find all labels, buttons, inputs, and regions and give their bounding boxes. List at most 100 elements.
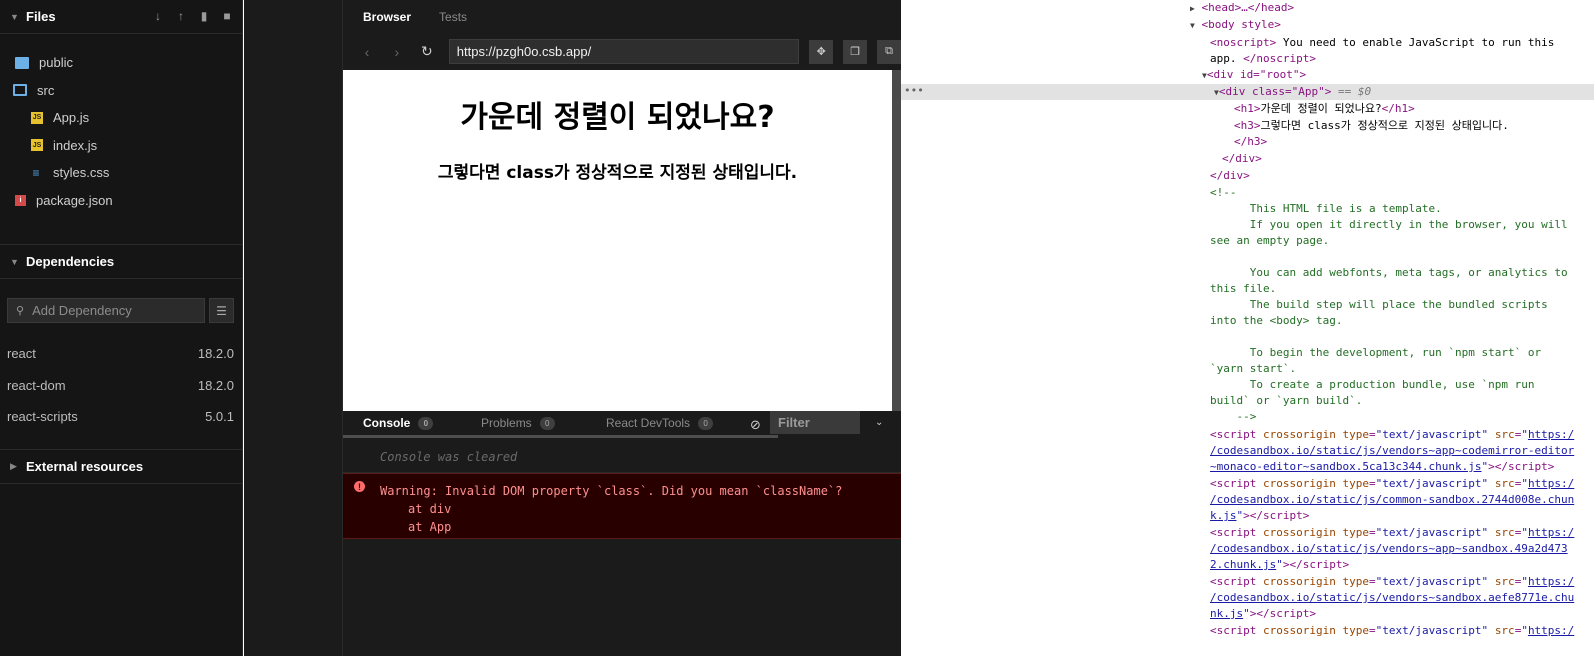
tab-console[interactable]: Console 0 <box>363 416 434 430</box>
expand-caret-icon: ▶ <box>10 460 17 471</box>
warning-message: Warning: Invalid DOM property `class`. D… <box>380 484 843 498</box>
add-dependency-row: ⚲ Add Dependency ☰ <box>0 298 242 323</box>
clear-console-icon[interactable]: ⊘ <box>750 417 761 433</box>
folder-open-icon <box>13 84 27 97</box>
preview-subheading: 그렇다면 class가 정상적으로 지정된 상태입니다. <box>437 163 798 183</box>
back-icon[interactable]: ‹ <box>357 44 377 60</box>
js-file-icon: JS <box>31 139 43 152</box>
open-sandbox-button[interactable]: ⧉ <box>877 39 902 64</box>
tab-label: Console <box>363 416 411 430</box>
script-src-link-end[interactable]: k.js"></script> <box>1210 508 1309 524</box>
selected-node-marker: == $0 <box>1331 85 1372 98</box>
console-filter-input[interactable]: Filter <box>770 411 860 434</box>
script-src-link[interactable]: /codesandbox.io/static/js/common-sandbox… <box>1210 492 1574 508</box>
tree-item-package-json[interactable]: i package.json <box>0 187 242 215</box>
comment-line: To create a production bundle, use `npm … <box>1210 378 1535 391</box>
tree-item-src[interactable]: src <box>0 77 242 105</box>
dom-tag: </div> <box>1210 169 1250 182</box>
files-actions: ↓ ↑ ▮ ■ <box>151 9 234 23</box>
dom-node-script[interactable]: <script crossorigin type="text/javascrip… <box>1210 427 1574 443</box>
dependency-version: 18.2.0 <box>197 377 234 393</box>
preview-heading: 가운데 정렬이 되었나요? <box>460 100 775 135</box>
dom-node-h3[interactable]: <h3>그렇다면 class가 정상적으로 지정된 상태입니다. <box>1234 118 1509 134</box>
menu-icon: ☰ <box>216 303 227 318</box>
dependency-name: react-dom <box>7 377 66 393</box>
collapse-caret-icon: ▼ <box>10 256 19 267</box>
dependency-row[interactable]: react-scripts 5.0.1 <box>0 401 242 433</box>
editor-gutter <box>244 0 343 656</box>
dom-tag: </div> <box>1222 152 1262 165</box>
dom-node-root[interactable]: ▼<div id="root"> <box>1202 67 1306 84</box>
dom-node-script[interactable]: <script crossorigin type="text/javascrip… <box>1210 476 1574 492</box>
comment-line: You can add webfonts, meta tags, or anal… <box>1210 266 1568 279</box>
dom-node-app-div[interactable]: ▼<div class="App"> == $0 <box>1214 84 1371 101</box>
count-badge: 0 <box>418 416 434 430</box>
script-src-link[interactable]: /codesandbox.io/static/js/vendors~sandbo… <box>1210 590 1574 606</box>
dom-tag: <div class="App"> <box>1218 85 1332 98</box>
url-input[interactable]: https://pzgh0o.csb.app/ <box>448 39 800 64</box>
script-src-link-end[interactable]: 2.chunk.js"></script> <box>1210 557 1349 573</box>
new-file-icon[interactable]: ▮ <box>197 9 211 23</box>
comment-line: see an empty page. <box>1210 234 1330 247</box>
comment-line: The build step will place the bundled sc… <box>1210 298 1548 311</box>
file-name: public <box>39 55 73 71</box>
dependencies-section-header[interactable]: ▼ Dependencies <box>0 245 242 279</box>
refresh-icon[interactable]: ↻ <box>417 43 437 60</box>
devtools-elements-panel: ••• ▶ <head>…</head> ▼ <body style> <nos… <box>901 0 1594 656</box>
dependency-row[interactable]: react-dom 18.2.0 <box>0 370 242 402</box>
address-bar: ‹ › ↻ https://pzgh0o.csb.app/ ✥ ❐ ⧉ <box>343 33 902 70</box>
error-icon: ! <box>354 481 365 492</box>
dom-text: 그렇다면 class가 정상적으로 지정된 상태입니다. <box>1260 119 1509 132</box>
new-folder-icon[interactable]: ■ <box>220 9 234 23</box>
chevron-down-icon[interactable]: ⌄ <box>875 417 883 428</box>
files-section-header[interactable]: ▼ Files ↓ ↑ ▮ ■ <box>0 0 242 34</box>
upload-icon[interactable]: ↑ <box>174 9 188 23</box>
dom-node-script[interactable]: <script crossorigin type="text/javascrip… <box>1210 623 1574 639</box>
tree-item-styles-css[interactable]: ≡ styles.css <box>0 159 242 187</box>
tab-problems[interactable]: Problems 0 <box>481 416 555 430</box>
tree-item-public[interactable]: public <box>0 49 242 77</box>
tab-browser[interactable]: Browser <box>363 10 411 24</box>
dom-node-noscript[interactable]: <noscript> You need to enable JavaScript… <box>1210 35 1554 51</box>
dom-node-body[interactable]: ▼ <body style> <box>1190 17 1281 34</box>
search-icon: ⚲ <box>16 305 25 317</box>
dom-node-script[interactable]: <script crossorigin type="text/javascrip… <box>1210 525 1574 541</box>
dependency-row[interactable]: react 18.2.0 <box>0 338 242 370</box>
external-resources-header[interactable]: ▶ External resources <box>0 450 242 484</box>
dom-tag: </noscript> <box>1243 52 1316 65</box>
add-dependency-input[interactable]: ⚲ Add Dependency <box>7 298 205 323</box>
script-src-link-end[interactable]: nk.js"></script> <box>1210 606 1316 622</box>
dom-tag: <head>…</head> <box>1201 1 1295 14</box>
script-src-link-end[interactable]: ~monaco-editor~sandbox.5ca13c344.chunk.j… <box>1210 459 1554 475</box>
download-icon[interactable]: ↓ <box>151 9 165 23</box>
tab-react-devtools[interactable]: React DevTools 0 <box>606 416 714 430</box>
tab-tests[interactable]: Tests <box>439 10 467 24</box>
script-src-link[interactable]: /codesandbox.io/static/js/vendors~app~sa… <box>1210 541 1568 557</box>
console-warning: ! Warning: Invalid DOM property `class`.… <box>343 473 901 539</box>
dependency-menu-button[interactable]: ☰ <box>209 298 234 323</box>
dependency-list: react 18.2.0 react-dom 18.2.0 react-scri… <box>0 323 242 433</box>
responsive-toggle-button[interactable]: ✥ <box>809 39 834 64</box>
dependency-version: 5.0.1 <box>205 409 234 425</box>
browser-tabs: Browser Tests <box>343 0 901 33</box>
dom-text: 가운데 정렬이 되었나요? <box>1260 102 1382 115</box>
dom-node-div-close: </div> <box>1210 168 1250 184</box>
dependency-version: 18.2.0 <box>197 346 234 362</box>
preview-viewport: 가운데 정렬이 되었나요? 그렇다면 class가 정상적으로 지정된 상태입니… <box>343 70 892 411</box>
open-new-window-button[interactable]: ❐ <box>843 39 868 64</box>
preview-scrollbar[interactable] <box>892 70 901 411</box>
forward-icon[interactable]: › <box>387 44 407 60</box>
console-output: Console was cleared ! Warning: Invalid D… <box>343 438 901 656</box>
add-dependency-placeholder: Add Dependency <box>32 303 132 318</box>
file-name: src <box>37 82 55 98</box>
dom-node-head[interactable]: ▶ <head>…</head> <box>1190 0 1294 17</box>
css-file-icon: ≡ <box>32 165 40 180</box>
tree-item-index-js[interactable]: JS index.js <box>0 132 242 160</box>
dom-node-h1[interactable]: <h1>가운데 정렬이 되었나요?</h1> <box>1234 101 1415 117</box>
script-src-link[interactable]: /codesandbox.io/static/js/vendors~app~co… <box>1210 443 1574 459</box>
more-options-icon[interactable]: ••• <box>904 84 924 97</box>
tree-item-app-js[interactable]: JS App.js <box>0 104 242 132</box>
dom-node-script[interactable]: <script crossorigin type="text/javascrip… <box>1210 574 1574 590</box>
comment-line: --> <box>1210 410 1257 423</box>
tab-label: Problems <box>481 416 532 430</box>
